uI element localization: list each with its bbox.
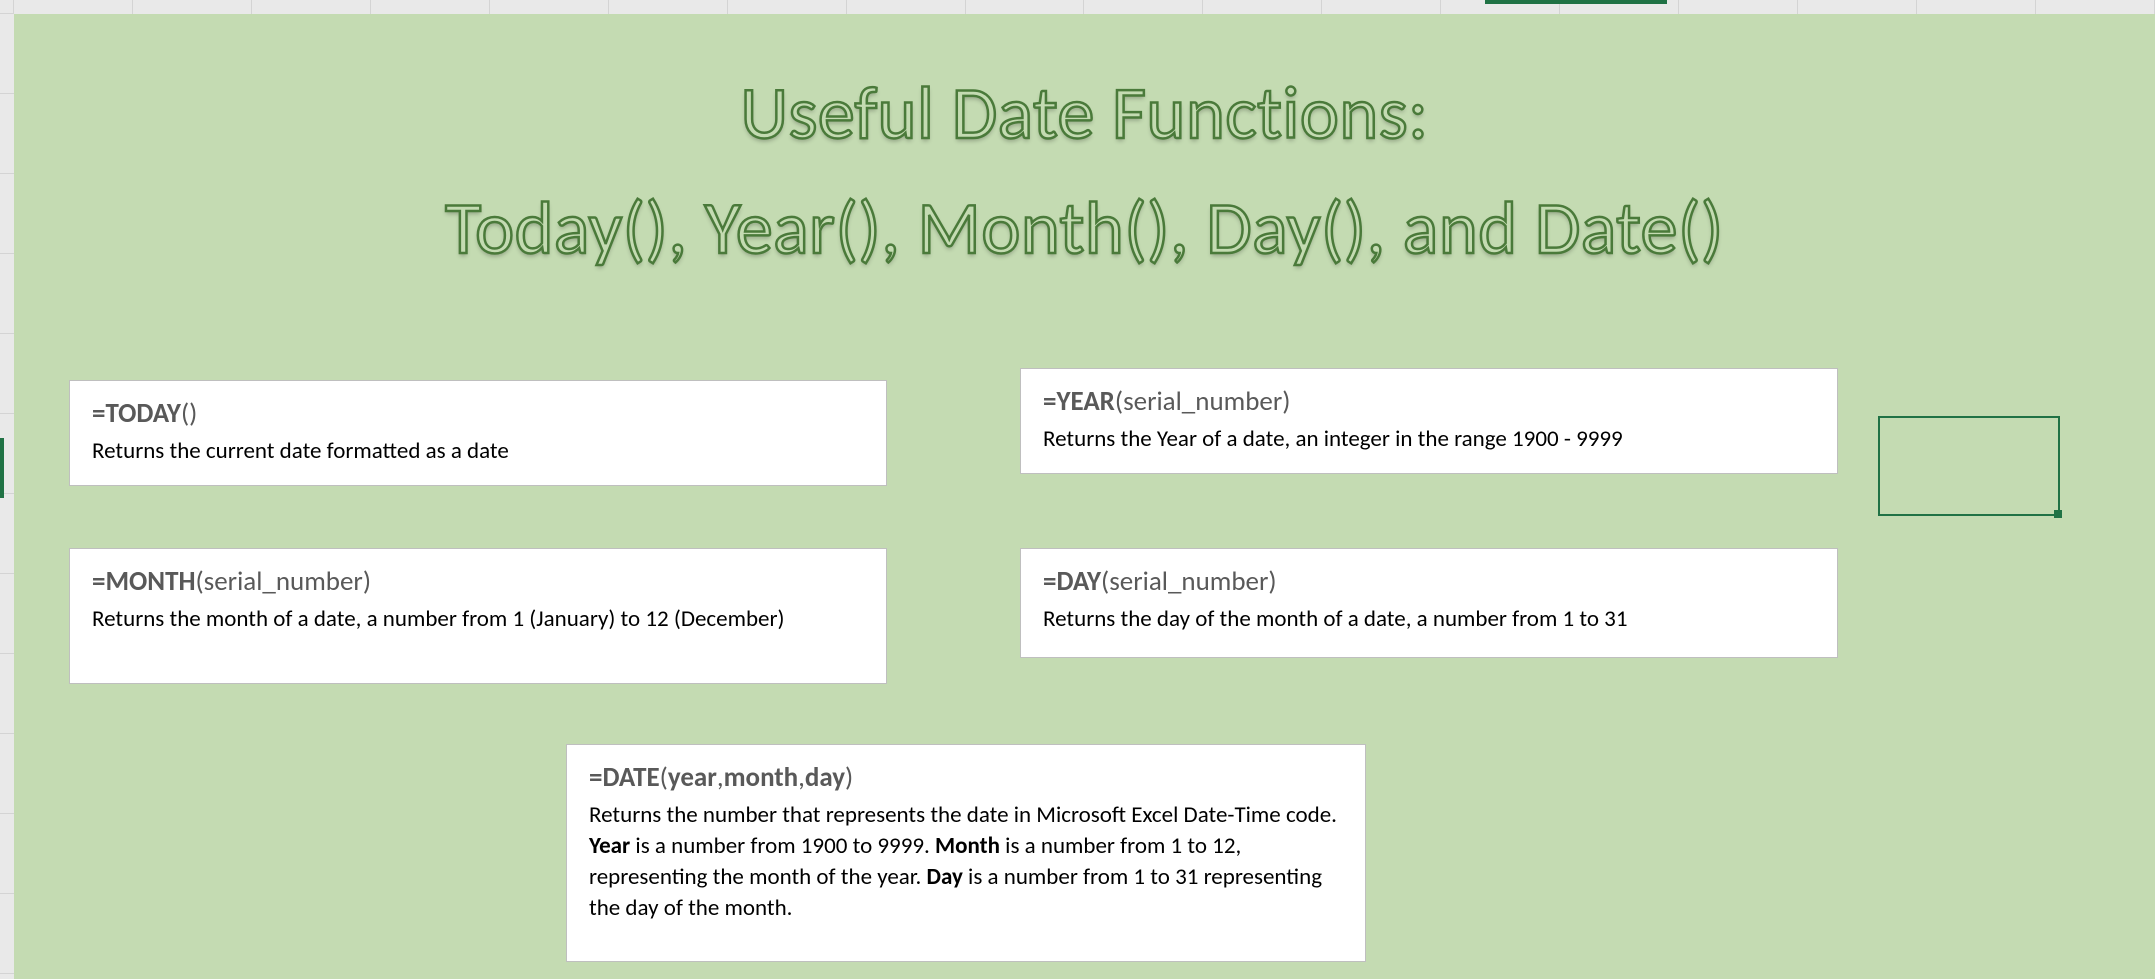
function-description: Returns the day of the month of a date, …	[1043, 604, 1815, 635]
function-card-day: =DAY(serial_number) Returns the day of t…	[1020, 548, 1838, 658]
function-signature: =DATE(year,month,day)	[589, 761, 1343, 794]
page-title: Useful Date Functions: Today(), Year(), …	[14, 56, 2155, 285]
title-line1: Useful Date Functions:	[740, 68, 1428, 158]
function-description: Returns the month of a date, a number fr…	[92, 604, 864, 635]
function-description: Returns the Year of a date, an integer i…	[1043, 424, 1815, 455]
function-signature: =MONTH(serial_number)	[92, 565, 864, 598]
function-signature: =DAY(serial_number)	[1043, 565, 1815, 598]
function-signature: =TODAY()	[92, 397, 864, 430]
row-selection-indicator	[0, 438, 4, 498]
column-selection-indicator	[1485, 0, 1667, 4]
active-cell-selection[interactable]	[1878, 416, 2060, 516]
function-signature: =YEAR(serial_number)	[1043, 385, 1815, 418]
function-card-year: =YEAR(serial_number) Returns the Year of…	[1020, 368, 1838, 474]
function-description: Returns the current date formatted as a …	[92, 436, 864, 467]
title-line2: Today(), Year(), Month(), Day(), and Dat…	[445, 183, 1724, 273]
function-card-date: =DATE(year,month,day) Returns the number…	[566, 744, 1366, 962]
worksheet-canvas[interactable]: Useful Date Functions: Today(), Year(), …	[14, 14, 2155, 979]
function-description: Returns the number that represents the d…	[589, 800, 1343, 924]
column-header-strip	[0, 0, 2155, 14]
function-card-today: =TODAY() Returns the current date format…	[69, 380, 887, 486]
function-card-month: =MONTH(serial_number) Returns the month …	[69, 548, 887, 684]
